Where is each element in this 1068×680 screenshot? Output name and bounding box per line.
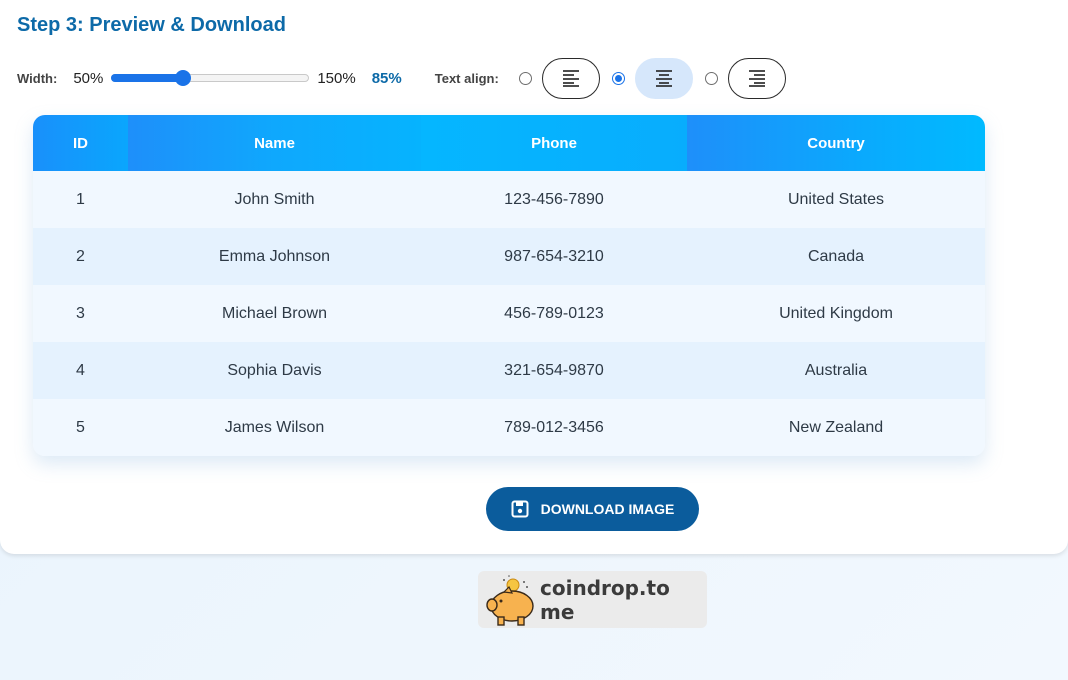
align-center-button[interactable]: [634, 57, 693, 99]
cell-phone: 123-456-7890: [421, 171, 687, 228]
align-center-icon: [655, 70, 672, 87]
download-image-button[interactable]: DOWNLOAD IMAGE: [486, 487, 699, 531]
align-right-button[interactable]: [727, 57, 786, 99]
align-right-icon: [748, 70, 765, 87]
cell-id: 3: [33, 285, 128, 342]
cell-country: New Zealand: [687, 399, 985, 456]
cell-phone: 321-654-9870: [421, 342, 687, 399]
table-header-row: ID Name Phone Country: [33, 115, 985, 171]
coindrop-text: coindrop.to me: [540, 575, 670, 624]
text-align-label: Text align:: [434, 70, 499, 86]
header-country: Country: [687, 115, 985, 171]
width-slider-fill: [111, 74, 186, 82]
cell-id: 4: [33, 342, 128, 399]
width-slider[interactable]: [111, 70, 310, 86]
cell-name: Sophia Davis: [128, 342, 421, 399]
cell-name: James Wilson: [128, 399, 421, 456]
table-row: 2 Emma Johnson 987-654-3210 Canada: [33, 228, 985, 285]
width-label: Width:: [17, 70, 58, 86]
preview-table: ID Name Phone Country 1 John Smith 123-4…: [33, 115, 985, 456]
cell-phone: 987-654-3210: [421, 228, 687, 285]
cell-name: John Smith: [128, 171, 421, 228]
table-row: 4 Sophia Davis 321-654-9870 Australia: [33, 342, 985, 399]
cell-name: Michael Brown: [128, 285, 421, 342]
width-slider-thumb[interactable]: [175, 70, 192, 86]
table-row: 3 Michael Brown 456-789-0123 United King…: [33, 285, 985, 342]
step-title: Step 3: Preview & Download: [17, 14, 286, 36]
controls-bar: Width: 50% 150% 85% Text align:: [17, 57, 794, 99]
editor-card: Step 3: Preview & Download Width: 50% 15…: [0, 0, 1068, 554]
cell-phone: 789-012-3456: [421, 399, 687, 456]
cell-name: Emma Johnson: [128, 228, 421, 285]
cell-id: 2: [33, 228, 128, 285]
table-row: 5 James Wilson 789-012-3456 New Zealand: [33, 399, 985, 456]
cell-id: 1: [33, 171, 128, 228]
cell-id: 5: [33, 399, 128, 456]
cell-country: United States: [687, 171, 985, 228]
table-row: 1 John Smith 123-456-7890 United States: [33, 171, 985, 228]
save-icon: [511, 500, 529, 518]
header-name: Name: [128, 115, 421, 171]
align-left-radio[interactable]: [518, 71, 532, 85]
align-left-icon: [562, 70, 579, 87]
cell-country: Australia: [687, 342, 985, 399]
width-max-label: 150%: [317, 69, 356, 87]
coindrop-badge[interactable]: coindrop.to me: [478, 571, 707, 628]
align-center-radio[interactable]: [611, 71, 625, 85]
download-button-label: DOWNLOAD IMAGE: [540, 501, 675, 517]
header-phone: Phone: [421, 115, 687, 171]
align-left-button[interactable]: [541, 57, 600, 99]
cell-country: Canada: [687, 228, 985, 285]
align-right-radio[interactable]: [704, 71, 718, 85]
piggy-bank-icon: [482, 573, 538, 627]
width-min-label: 50%: [73, 69, 104, 87]
cell-phone: 456-789-0123: [421, 285, 687, 342]
cell-country: United Kingdom: [687, 285, 985, 342]
header-id: ID: [33, 115, 128, 171]
width-value: 85%: [371, 69, 402, 87]
